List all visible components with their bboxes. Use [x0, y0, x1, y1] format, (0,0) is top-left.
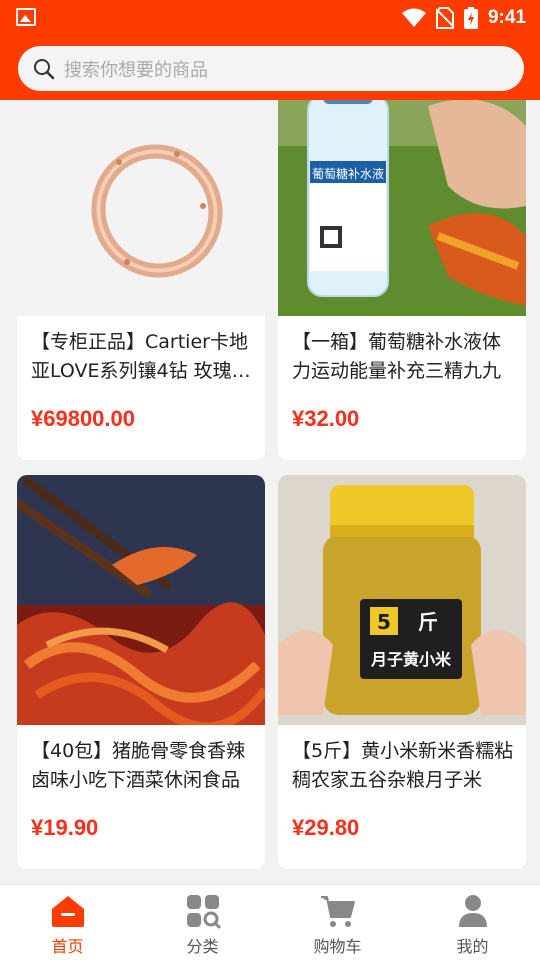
image-notification-icon — [16, 8, 36, 26]
product-card[interactable]: 葡萄糖补水液 【一箱】葡萄糖补水液体力运动能量补充三精九九 ¥32.00 — [278, 100, 526, 460]
product-title[interactable]: 【一箱】葡萄糖补水液体力运动能量补充三精九九 — [292, 328, 514, 386]
product-title[interactable]: 【40包】猪脆骨零食香辣卤味小吃下酒菜休闲食品 — [31, 737, 253, 795]
status-icons: 9:41 — [401, 6, 526, 30]
battery-charging-icon — [463, 7, 478, 29]
cart-icon — [320, 896, 355, 927]
product-price: ¥19.90 — [31, 815, 99, 840]
product-title[interactable]: 【5斤】黄小米新米香糯粘稠农家五谷杂粮月子米 — [292, 737, 514, 795]
tab-profile[interactable]: 我的 — [405, 885, 540, 960]
header: 搜索你想要的商品 — [0, 36, 540, 100]
svg-text:斤: 斤 — [418, 610, 438, 634]
bottle-label: 葡萄糖补水液 — [312, 166, 384, 181]
tab-cart[interactable]: 购物车 — [270, 885, 405, 960]
no-sim-icon — [435, 7, 454, 29]
tab-category[interactable]: 分类 — [135, 885, 270, 960]
tab-label: 分类 — [186, 937, 219, 956]
search-input[interactable]: 搜索你想要的商品 — [18, 46, 524, 91]
bottom-tab-bar: 首页 分类 购物车 我的 — [0, 884, 540, 960]
product-image-pork-snack[interactable] — [17, 475, 265, 725]
product-price: ¥69800.00 — [31, 406, 135, 431]
home-icon — [51, 896, 84, 927]
wifi-icon — [401, 8, 426, 27]
status-bar: 9:41 — [0, 0, 540, 36]
svg-text:5: 5 — [377, 610, 391, 634]
tab-home[interactable]: 首页 — [0, 885, 135, 960]
product-price: ¥32.00 — [292, 406, 360, 431]
product-image-bracelet[interactable] — [17, 100, 265, 316]
product-card[interactable]: 【40包】猪脆骨零食香辣卤味小吃下酒菜休闲食品 ¥19.90 — [17, 475, 265, 869]
tab-label: 首页 — [51, 937, 84, 956]
tab-label: 我的 — [456, 937, 489, 956]
tab-label: 购物车 — [313, 937, 362, 956]
search-icon — [34, 58, 55, 79]
user-icon — [458, 895, 487, 927]
product-grid: 【专柜正品】Cartier卡地亚LOVE系列镶4钻 玫瑰金手镯 ¥69800.0… — [0, 100, 540, 884]
clock: 9:41 — [487, 7, 526, 28]
search-placeholder: 搜索你想要的商品 — [64, 59, 208, 81]
category-icon — [186, 895, 220, 929]
product-image-millet[interactable]: 5 斤 月子黄小米 — [278, 475, 526, 725]
product-card[interactable]: 【专柜正品】Cartier卡地亚LOVE系列镶4钻 玫瑰金手镯 ¥69800.0… — [17, 100, 265, 460]
product-image-glucose[interactable]: 葡萄糖补水液 — [278, 100, 526, 316]
product-title[interactable]: 【专柜正品】Cartier卡地亚LOVE系列镶4钻 玫瑰金手镯 — [31, 328, 253, 386]
jar-label: 月子黄小米 — [370, 650, 452, 669]
product-price: ¥29.80 — [292, 815, 360, 840]
product-card[interactable]: 5 斤 月子黄小米 【5斤】黄小米新米香糯粘稠农家五谷杂粮月子米 ¥29.80 — [278, 475, 526, 869]
